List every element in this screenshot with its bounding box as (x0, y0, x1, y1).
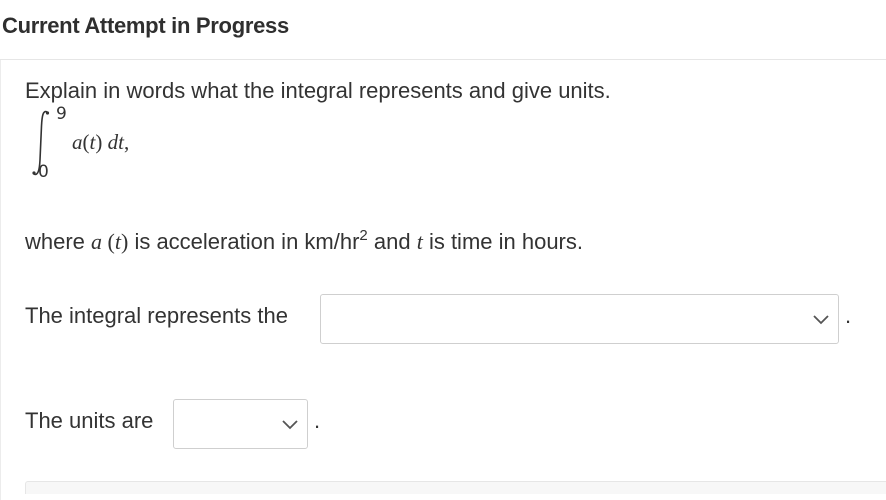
integral-expression: 9 0 a(t) dt, (22, 104, 182, 184)
where-prefix: where (25, 229, 92, 254)
represents-label: The integral represents the (25, 303, 288, 328)
units-period: . (314, 408, 321, 433)
chevron-down-icon (282, 420, 298, 430)
where-exponent: 2 (359, 227, 368, 244)
page-title: Current Attempt in Progress (2, 13, 289, 38)
integral-upper-bound: 9 (56, 104, 67, 124)
where-middle: is acceleration in km/hr (128, 229, 360, 254)
integrand-paren-open: ( (82, 130, 90, 154)
integrand: a(t) dt, (72, 130, 129, 155)
integrand-paren-close: ) (95, 130, 103, 154)
where-suffix: is time in hours. (422, 229, 583, 254)
chevron-down-icon (813, 315, 829, 325)
where-statement: where a (t) is acceleration in km/hr2 an… (25, 227, 583, 255)
integral-lower-bound: 0 (38, 162, 49, 182)
integrand-comma: , (123, 130, 130, 154)
question-prompt: Explain in words what the integral repre… (25, 78, 611, 103)
next-section-edge (25, 481, 886, 494)
integrand-differential: dt (107, 130, 124, 154)
units-dropdown[interactable] (173, 399, 308, 449)
integrand-function: a (72, 130, 83, 154)
units-label: The units are (25, 408, 154, 433)
where-middle2: and (367, 229, 417, 254)
represents-period: . (845, 303, 852, 328)
represents-dropdown[interactable] (320, 294, 839, 344)
where-paren-open: ( (102, 229, 115, 254)
where-function: a (91, 229, 103, 254)
